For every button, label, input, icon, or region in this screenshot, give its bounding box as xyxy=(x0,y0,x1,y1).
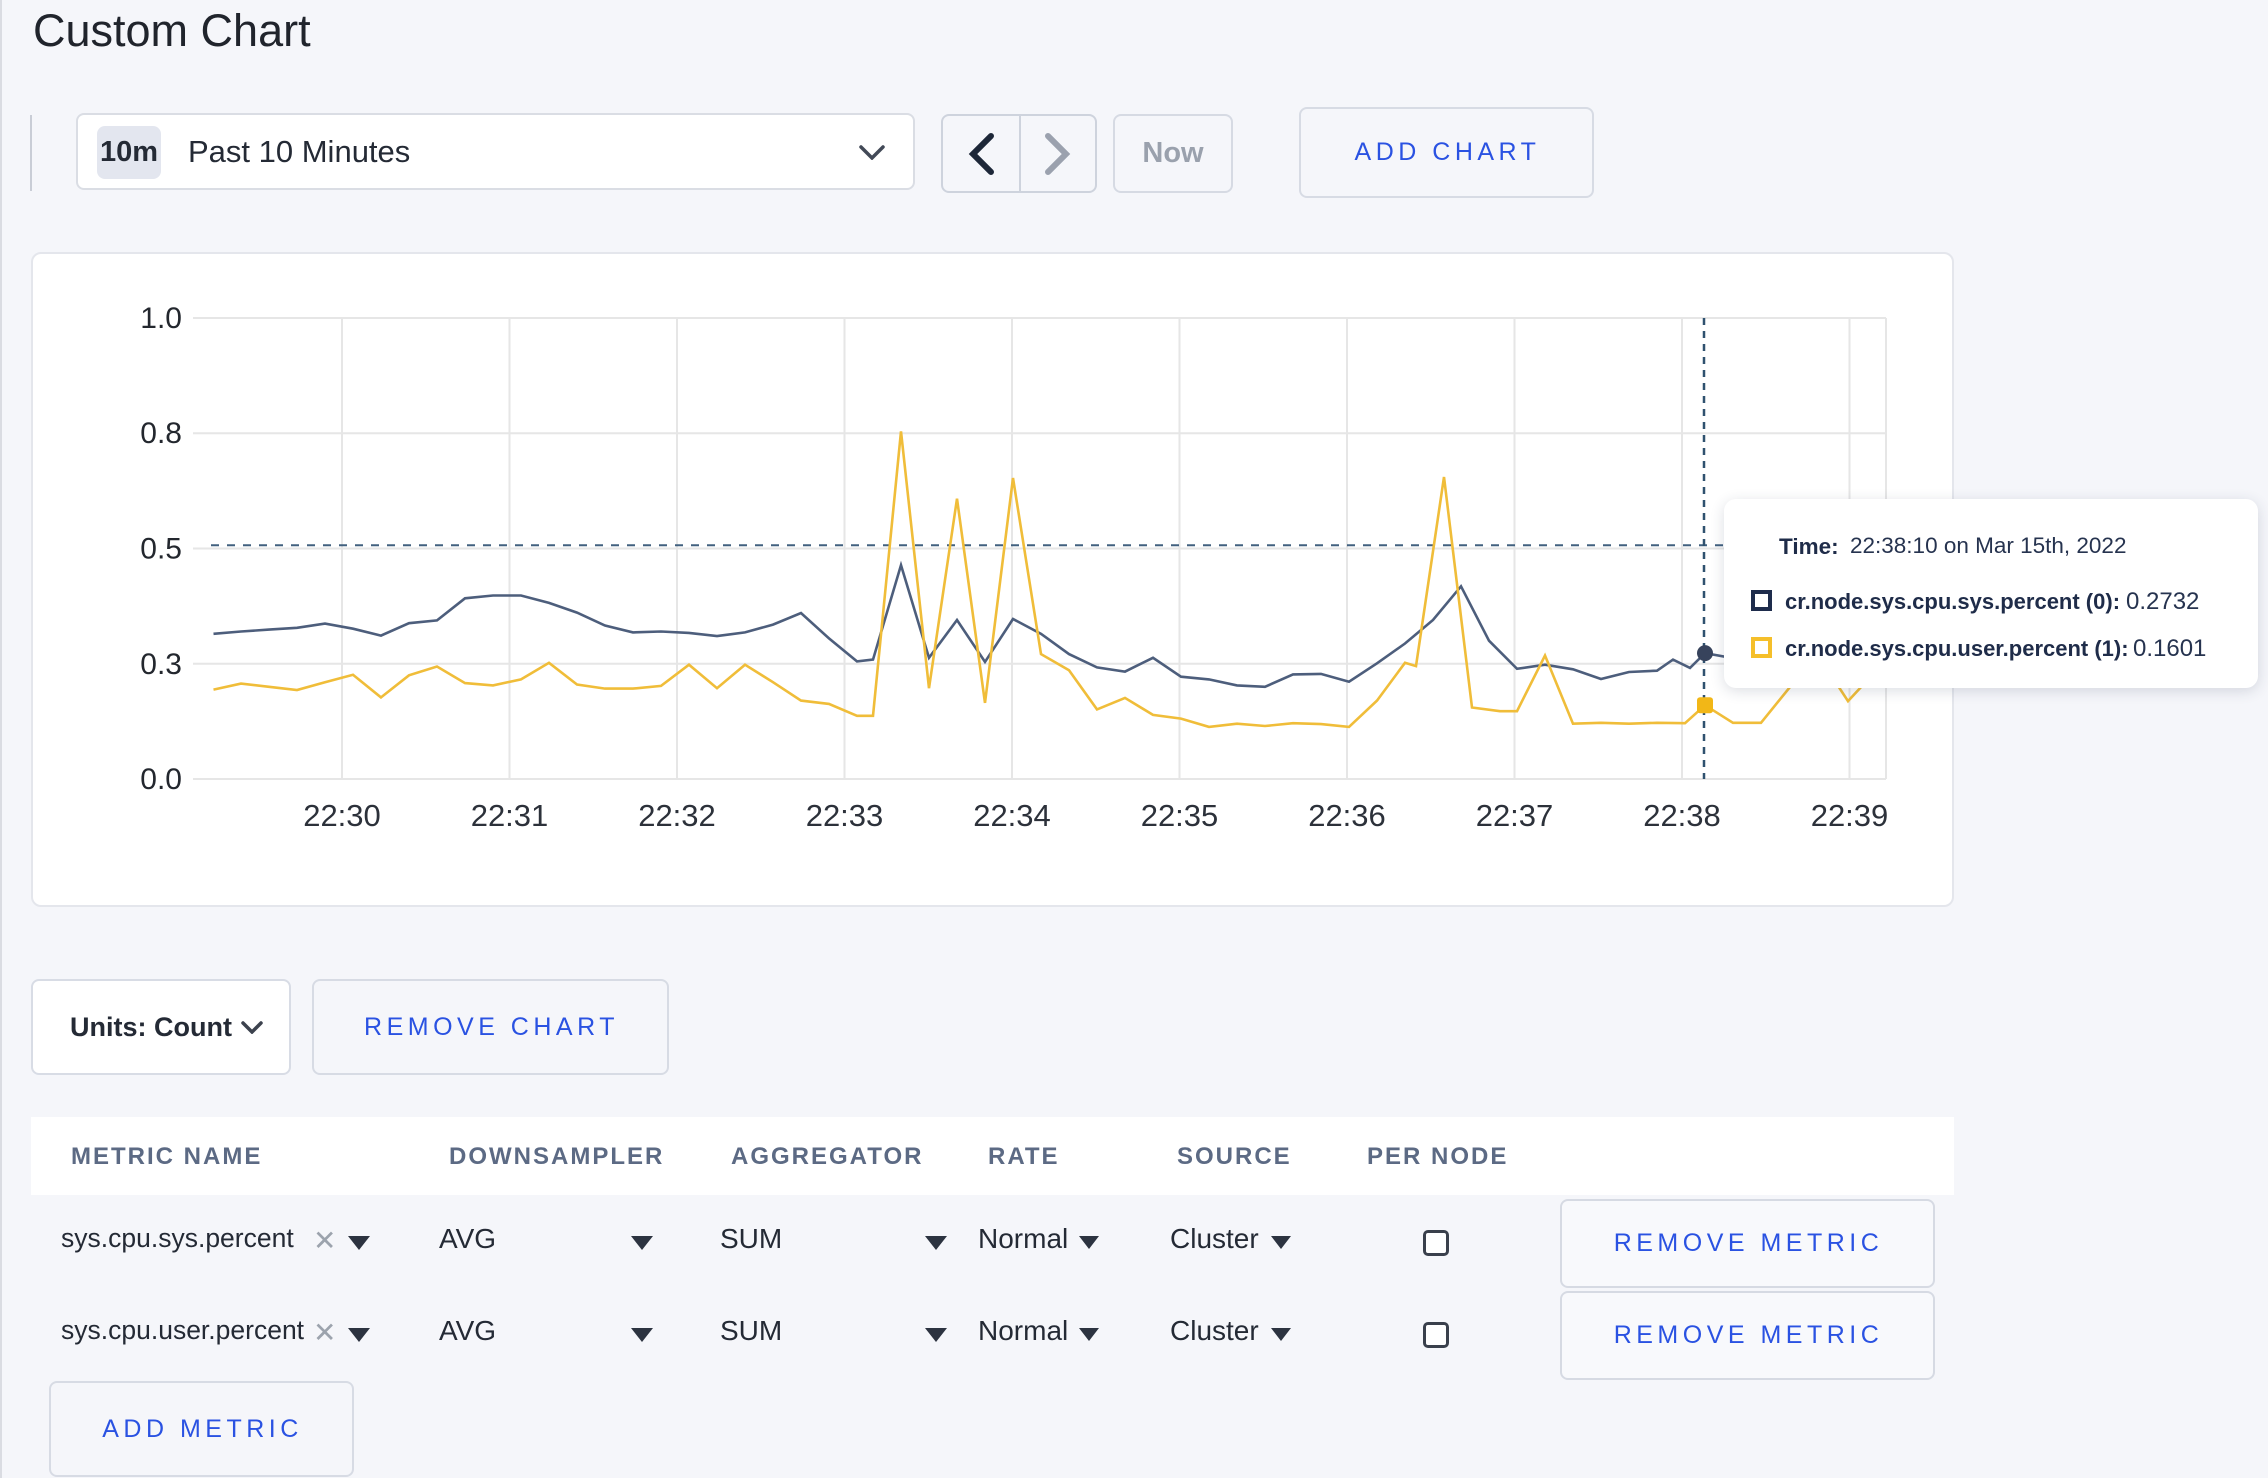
svg-text:22:35: 22:35 xyxy=(1141,798,1219,833)
svg-text:0.3: 0.3 xyxy=(140,648,182,681)
svg-text:22:30: 22:30 xyxy=(303,798,381,833)
svg-text:0.5: 0.5 xyxy=(140,533,182,566)
svg-text:0.0: 0.0 xyxy=(140,763,182,796)
svg-text:22:31: 22:31 xyxy=(471,798,549,833)
svg-text:22:38: 22:38 xyxy=(1643,798,1721,833)
svg-text:22:33: 22:33 xyxy=(806,798,884,833)
svg-text:22:32: 22:32 xyxy=(638,798,716,833)
svg-text:1.0: 1.0 xyxy=(140,302,182,335)
svg-text:22:39: 22:39 xyxy=(1811,798,1889,833)
svg-text:22:34: 22:34 xyxy=(973,798,1051,833)
svg-text:22:37: 22:37 xyxy=(1476,798,1554,833)
svg-text:22:36: 22:36 xyxy=(1308,798,1386,833)
svg-text:0.8: 0.8 xyxy=(140,417,182,450)
